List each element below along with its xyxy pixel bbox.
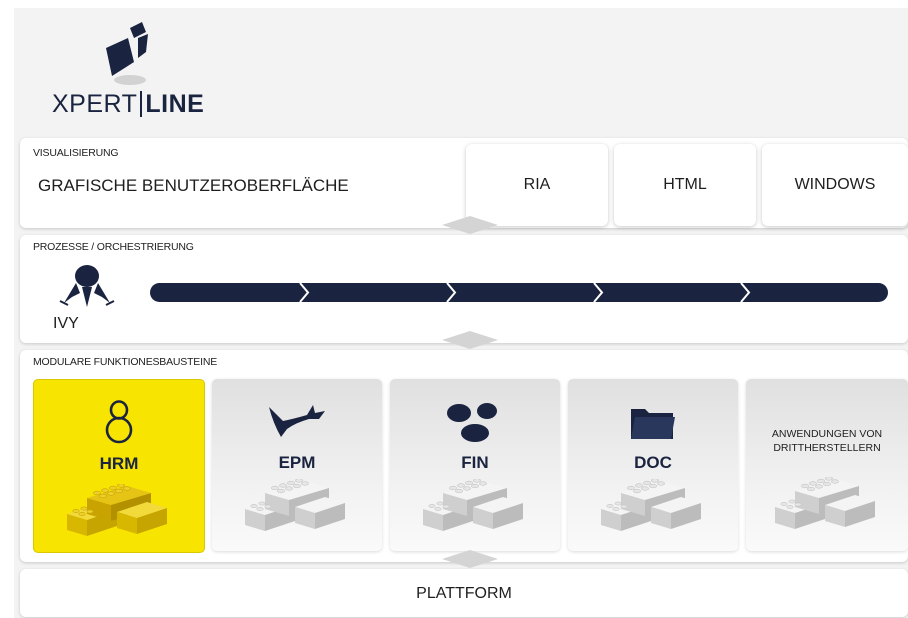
brick-icon xyxy=(245,479,346,532)
visualisierung-label: VISUALISIERUNG xyxy=(33,147,119,159)
xpertline-logo: XPERT LINE xyxy=(52,20,232,130)
ivy-label: IVY xyxy=(53,315,79,332)
module-label-fin: FIN xyxy=(461,453,489,472)
plane-icon xyxy=(269,405,325,437)
gui-title: GRAFISCHE BENUTZEROBERFLÄCHE xyxy=(38,176,349,195)
brick-icon xyxy=(775,477,876,530)
down-arrow-icon xyxy=(442,331,498,349)
third-party-line-2: DRITTHERSTELLERN xyxy=(773,442,881,454)
brick-icon xyxy=(601,479,702,532)
ivy-icon xyxy=(59,265,115,307)
coins-icon xyxy=(447,403,497,442)
module-label: MODULARE FUNKTIONESBAUSTEINE xyxy=(33,356,218,368)
process-flow-bar xyxy=(150,283,888,302)
third-party-line-1: ANWENDUNGEN VON xyxy=(771,428,883,440)
tab-html[interactable]: HTML xyxy=(614,144,756,226)
module-tile-epm[interactable]: EPM xyxy=(212,379,382,551)
module-tile-doc[interactable]: DOC xyxy=(568,379,738,551)
down-arrow-icon xyxy=(442,550,498,568)
tab-ria[interactable]: RIA xyxy=(466,144,608,226)
down-arrow-icon xyxy=(442,216,498,234)
plattform-panel: PLATTFORM xyxy=(20,569,908,617)
prozesse-label: PROZESSE / ORCHESTRIERUNG xyxy=(33,241,194,253)
logo-text-line: LINE xyxy=(145,90,205,118)
module-label-epm: EPM xyxy=(278,453,316,472)
module-tile-hrm[interactable]: HRM xyxy=(33,379,205,553)
folder-icon xyxy=(631,409,675,439)
module-label-third-party: ANWENDUNGEN VON DRITTHERSTELLERN xyxy=(746,427,908,455)
module-tile-fin[interactable]: FIN xyxy=(390,379,560,551)
brick-icon xyxy=(67,484,168,537)
logo-cube-icon xyxy=(106,22,148,85)
logo-divider xyxy=(140,91,143,117)
brick-icon xyxy=(423,479,524,532)
module-label-doc: DOC xyxy=(634,453,672,472)
module-tile-third-party[interactable]: ANWENDUNGEN VON DRITTHERSTELLERN xyxy=(746,379,908,551)
person-icon xyxy=(105,400,133,444)
logo-wordmark: XPERT LINE xyxy=(52,90,204,119)
logo-text-xpert: XPERT xyxy=(52,90,138,118)
module-label-hrm: HRM xyxy=(99,454,139,473)
plattform-label: PLATTFORM xyxy=(416,585,512,602)
tab-windows[interactable]: WINDOWS xyxy=(762,144,908,226)
